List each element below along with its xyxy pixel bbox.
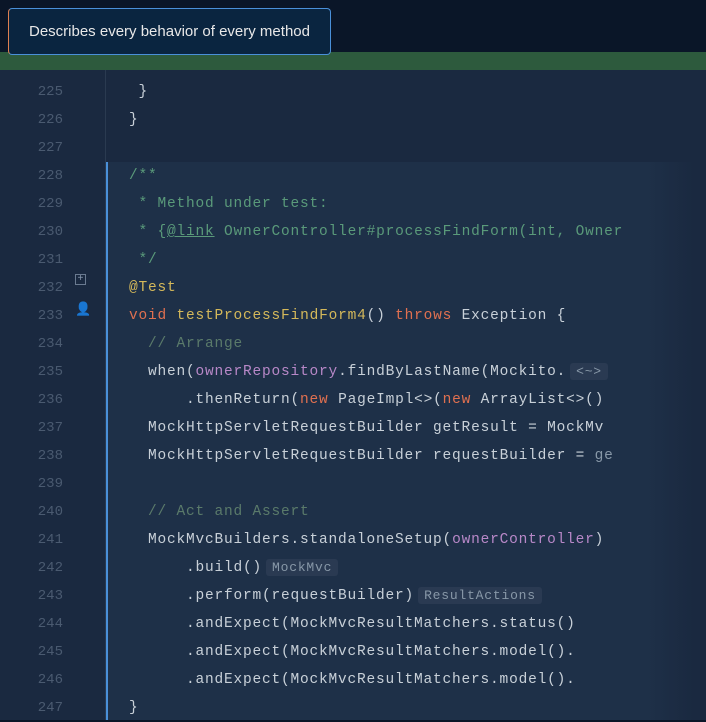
line-number: 240 (0, 498, 75, 526)
line-number: 242 (0, 554, 75, 582)
line-number: 225 (0, 78, 75, 106)
fold-expand-icon[interactable]: + (75, 274, 86, 285)
line-number: 235 (0, 358, 75, 386)
tooltip: Describes every behavior of every method (8, 8, 331, 55)
line-number: 227 (0, 134, 75, 162)
line-number: 238 (0, 442, 75, 470)
line-number: 229 (0, 190, 75, 218)
line-number: 226 (0, 106, 75, 134)
line-number: 231 (0, 246, 75, 274)
code-line: MockMvcBuilders.standaloneSetup(ownerCon… (106, 526, 706, 554)
selection-border (106, 162, 108, 720)
code-editor[interactable]: 225 226 227 228 229 230 231 232 233 234 … (0, 70, 706, 720)
code-line: MockHttpServletRequestBuilder getResult … (106, 414, 706, 442)
code-line: /** (106, 162, 706, 190)
line-number: 246 (0, 666, 75, 694)
code-line: void testProcessFindForm4() throws Excep… (106, 302, 706, 330)
line-number: 239 (0, 470, 75, 498)
code-line: .andExpect(MockMvcResultMatchers.model()… (106, 666, 706, 694)
line-number: 233 (0, 302, 75, 330)
line-number: 243 (0, 582, 75, 610)
line-number: 241 (0, 526, 75, 554)
line-number: 236 (0, 386, 75, 414)
code-line: .andExpect(MockMvcResultMatchers.model()… (106, 638, 706, 666)
code-line: .perform(requestBuilder)ResultActions (106, 582, 706, 610)
line-number-gutter: 225 226 227 228 229 230 231 232 233 234 … (0, 70, 75, 720)
line-number: 247 (0, 694, 75, 722)
code-line: @Test (106, 274, 706, 302)
code-line: .thenReturn(new PageImpl<>(new ArrayList… (106, 386, 706, 414)
line-number: 228 (0, 162, 75, 190)
code-line: when(ownerRepository.findByLastName(Mock… (106, 358, 706, 386)
line-number: 232 (0, 274, 75, 302)
inline-hint: <~> (570, 363, 608, 380)
code-line: } (106, 106, 706, 134)
code-content[interactable]: } } /** * Method under test: * {@link Ow… (105, 70, 706, 720)
line-number: 230 (0, 218, 75, 246)
code-line: // Act and Assert (106, 498, 706, 526)
code-line: // Arrange (106, 330, 706, 358)
line-number: 237 (0, 414, 75, 442)
inline-hint: ResultActions (418, 587, 542, 604)
inline-hint: MockMvc (266, 559, 338, 576)
line-number: 234 (0, 330, 75, 358)
code-line: * Method under test: (106, 190, 706, 218)
code-line: .andExpect(MockMvcResultMatchers.status(… (106, 610, 706, 638)
gutter-icons: + 👤 (75, 70, 105, 720)
code-line: } (106, 78, 706, 106)
code-line (106, 470, 706, 498)
line-number: 245 (0, 638, 75, 666)
code-line: MockHttpServletRequestBuilder requestBui… (106, 442, 706, 470)
code-line: } (106, 694, 706, 720)
line-number: 244 (0, 610, 75, 638)
author-icon[interactable]: 👤 (75, 302, 91, 317)
code-line: * {@link OwnerController#processFindForm… (106, 218, 706, 246)
code-line (106, 134, 706, 162)
code-line: */ (106, 246, 706, 274)
code-line: .build()MockMvc (106, 554, 706, 582)
